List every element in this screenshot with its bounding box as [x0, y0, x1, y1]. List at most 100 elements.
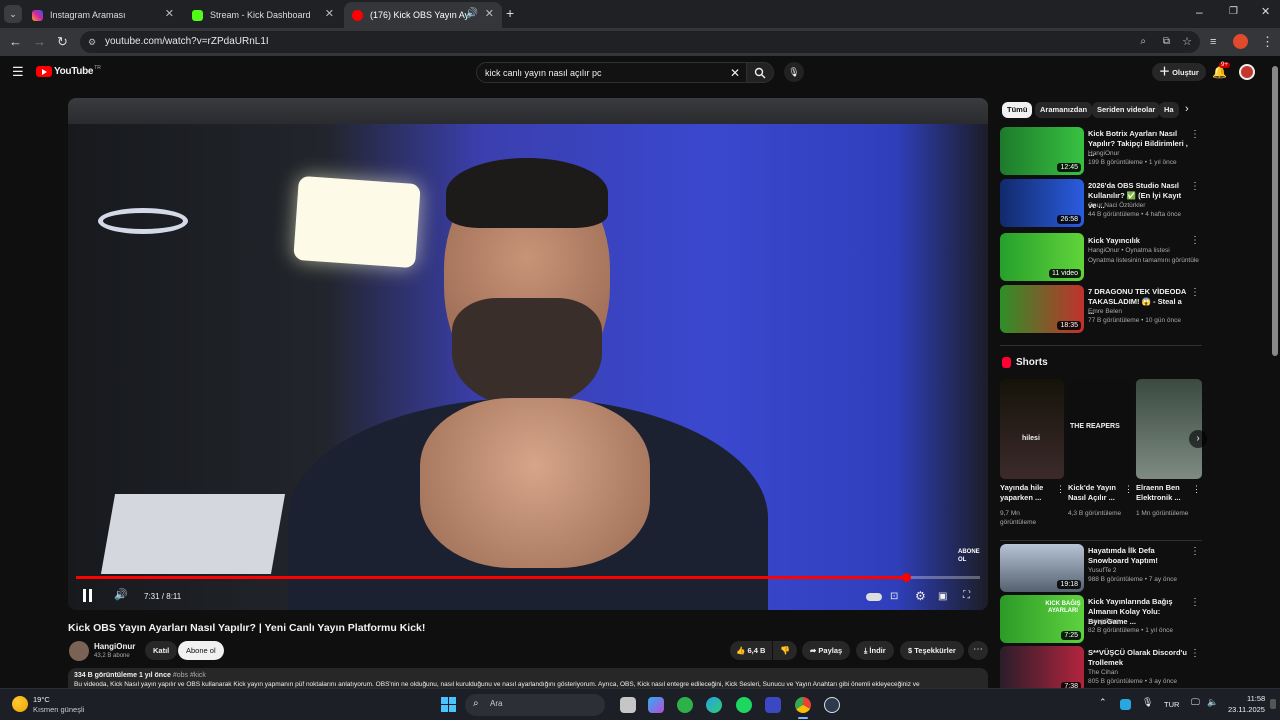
clock-time[interactable]: 11:58: [1247, 694, 1265, 703]
video-title[interactable]: S**VÜŞCÜ Olarak Discord'u Trollemek: [1088, 648, 1188, 668]
pause-button[interactable]: [82, 589, 94, 603]
like-button[interactable]: 👍 6,4 B: [730, 641, 772, 660]
chip-series[interactable]: Seriden videolar: [1092, 102, 1161, 118]
recommended-video[interactable]: 7:38 S**VÜŞCÜ Olarak Discord'u Trollemek…: [1000, 646, 1202, 694]
close-tab-icon[interactable]: ✕: [485, 9, 494, 20]
short-title[interactable]: Elraenn Ben Elektronik ...: [1136, 483, 1191, 503]
start-button[interactable]: [441, 697, 456, 712]
video-thumbnail[interactable]: KICK BAĞIŞ AYARLARI 7:25: [1000, 595, 1084, 643]
xbox-icon[interactable]: [677, 697, 693, 713]
restore-button[interactable]: ❐: [1229, 6, 1238, 17]
copilot-icon[interactable]: [648, 697, 664, 713]
short-thumbnail[interactable]: THE REAPERS: [1068, 379, 1132, 479]
weather-icon[interactable]: [12, 696, 28, 712]
more-options-icon[interactable]: ⋮: [1190, 648, 1200, 659]
channel-name[interactable]: HangiOnur: [1088, 618, 1119, 625]
back-icon[interactable]: ←: [9, 34, 22, 50]
app-icon[interactable]: [765, 697, 781, 713]
install-icon[interactable]: ⧉: [1163, 31, 1170, 53]
clear-search-icon[interactable]: ✕: [730, 66, 740, 80]
video-thumbnail[interactable]: 7:38: [1000, 646, 1084, 694]
more-options-icon[interactable]: ⋮: [1190, 129, 1200, 140]
view-full-playlist-link[interactable]: Oynatma listesinin tamamını görüntüle: [1088, 257, 1199, 264]
thanks-button[interactable]: $ Teşekkürler: [900, 641, 964, 660]
description-box[interactable]: 334 B görüntüleme 1 yıl önce #obs #kick …: [68, 668, 988, 690]
video-thumbnail[interactable]: 19:18: [1000, 544, 1084, 592]
channel-name[interactable]: Emre Belen: [1088, 308, 1122, 315]
chip-more[interactable]: Ha: [1159, 102, 1179, 118]
playlist-thumbnail[interactable]: 11 video: [1000, 233, 1084, 281]
url-field[interactable]: ⚙ youtube.com/watch?v=rZPdaURnL1I ⌕ ⧉ ☆: [80, 31, 1200, 53]
notification-center-icon[interactable]: [1270, 699, 1276, 709]
channel-name[interactable]: HangiOnur: [94, 642, 135, 651]
short-thumbnail[interactable]: hilesi: [1000, 379, 1064, 479]
subscribe-button[interactable]: Abone ol: [178, 641, 224, 660]
video-thumbnail[interactable]: 12:45: [1000, 127, 1084, 175]
account-avatar[interactable]: [1239, 64, 1255, 80]
more-options-icon[interactable]: ⋮: [1190, 546, 1200, 557]
audio-icon[interactable]: 🔊: [466, 8, 478, 19]
short-title[interactable]: Kick'de Yayın Nasıl Açılır ...: [1068, 483, 1123, 503]
tray-chevron-icon[interactable]: ⌃: [1099, 697, 1107, 708]
tab-list-button[interactable]: ⌄: [4, 5, 22, 23]
taskbar-search[interactable]: ⌕ Ara: [465, 694, 605, 716]
spotify-icon[interactable]: [736, 697, 752, 713]
minimize-button[interactable]: –: [1196, 5, 1203, 19]
microphone-tray-icon[interactable]: 🎙: [1142, 697, 1153, 708]
forward-icon[interactable]: →: [33, 34, 46, 50]
channel-name[interactable]: HangiOnur • Oynatma listesi: [1088, 247, 1170, 254]
share-button[interactable]: ➦ Paylaş: [802, 641, 851, 660]
short-item[interactable]: hilesi Yayında hile yaparken ... 9,7 Mn …: [1000, 379, 1065, 529]
more-options-icon[interactable]: ⋮: [1190, 597, 1200, 608]
site-info-icon[interactable]: ⚙: [88, 31, 96, 53]
more-actions-button[interactable]: ⋯: [968, 641, 988, 660]
tab-youtube[interactable]: (176) Kick OBS Yayın Ayarla 🔊 ✕: [344, 2, 502, 28]
short-item[interactable]: Elraenn Ben Elektronik ... 1 Mn görüntül…: [1136, 379, 1202, 529]
channel-name[interactable]: HangiOnur: [1088, 150, 1119, 157]
close-tab-icon[interactable]: ✕: [165, 9, 174, 20]
recommended-video[interactable]: 12:45 Kick Botrix Ayarları Nasıl Yapılır…: [1000, 127, 1202, 175]
youtube-logo[interactable]: YouTube TR: [36, 65, 101, 77]
profile-avatar[interactable]: [1233, 34, 1248, 49]
short-item[interactable]: THE REAPERS Kick'de Yayın Nasıl Açılır .…: [1068, 379, 1133, 529]
create-button[interactable]: ＋ Oluştur: [1152, 63, 1206, 81]
task-view-icon[interactable]: [620, 697, 636, 713]
hashtags[interactable]: #obs #kick: [173, 672, 206, 679]
recommended-video[interactable]: 26:58 2026'da OBS Studio Nasıl Kullanılı…: [1000, 179, 1202, 227]
channel-name[interactable]: Onur Naci Öztürkler: [1088, 202, 1145, 209]
more-options-icon[interactable]: ⋮: [1056, 484, 1065, 495]
search-button[interactable]: [746, 62, 774, 83]
network-icon[interactable]: 🖵: [1191, 697, 1200, 708]
video-player[interactable]: ABONE OL 🔊 7:31 / 8:11 ⊡ ⚙ ▣ ⛶: [68, 98, 988, 610]
browser-menu-icon[interactable]: ⋮: [1261, 34, 1274, 50]
short-thumbnail[interactable]: [1136, 379, 1202, 479]
channel-avatar[interactable]: [69, 641, 89, 661]
video-title[interactable]: Hayatımda İlk Defa Snowboard Yaptım!: [1088, 546, 1188, 566]
page-scrollbar[interactable]: [1270, 56, 1280, 688]
weather-temp[interactable]: 19°C: [33, 695, 50, 704]
steam-icon[interactable]: [824, 697, 840, 713]
reload-icon[interactable]: ↻: [57, 34, 68, 50]
tray-app-icon[interactable]: [1120, 699, 1131, 710]
recommended-video[interactable]: 19:18 Hayatımda İlk Defa Snowboard Yaptı…: [1000, 544, 1202, 592]
join-button[interactable]: Katıl: [145, 641, 178, 660]
download-button[interactable]: ⤓ İndir: [856, 641, 894, 660]
dislike-button[interactable]: 👎: [773, 641, 797, 660]
video-thumbnail[interactable]: 18:35: [1000, 285, 1084, 333]
bookmark-star-icon[interactable]: ☆: [1182, 31, 1192, 53]
scrollbar-thumb[interactable]: [1272, 66, 1278, 356]
close-window-button[interactable]: ✕: [1261, 5, 1270, 18]
autoplay-toggle[interactable]: [866, 593, 882, 601]
language-indicator[interactable]: TUR: [1164, 700, 1179, 709]
tab-kick-dashboard[interactable]: Stream - Kick Dashboard ✕: [184, 2, 342, 28]
subtitles-icon[interactable]: ⊡: [890, 591, 898, 602]
playlist-title[interactable]: Kick Yayıncılık: [1088, 236, 1188, 246]
channel-name[interactable]: The Cihan: [1088, 669, 1118, 676]
shorts-next-chevron-icon[interactable]: ›: [1189, 430, 1207, 448]
reading-list-icon[interactable]: ≡: [1210, 34, 1216, 50]
fullscreen-icon[interactable]: ⛶: [963, 590, 970, 601]
more-options-icon[interactable]: ⋮: [1124, 484, 1133, 495]
chevron-right-icon[interactable]: ›: [1185, 103, 1189, 115]
weather-status[interactable]: Kısmen güneşli: [33, 705, 84, 714]
more-options-icon[interactable]: ⋮: [1190, 287, 1200, 298]
